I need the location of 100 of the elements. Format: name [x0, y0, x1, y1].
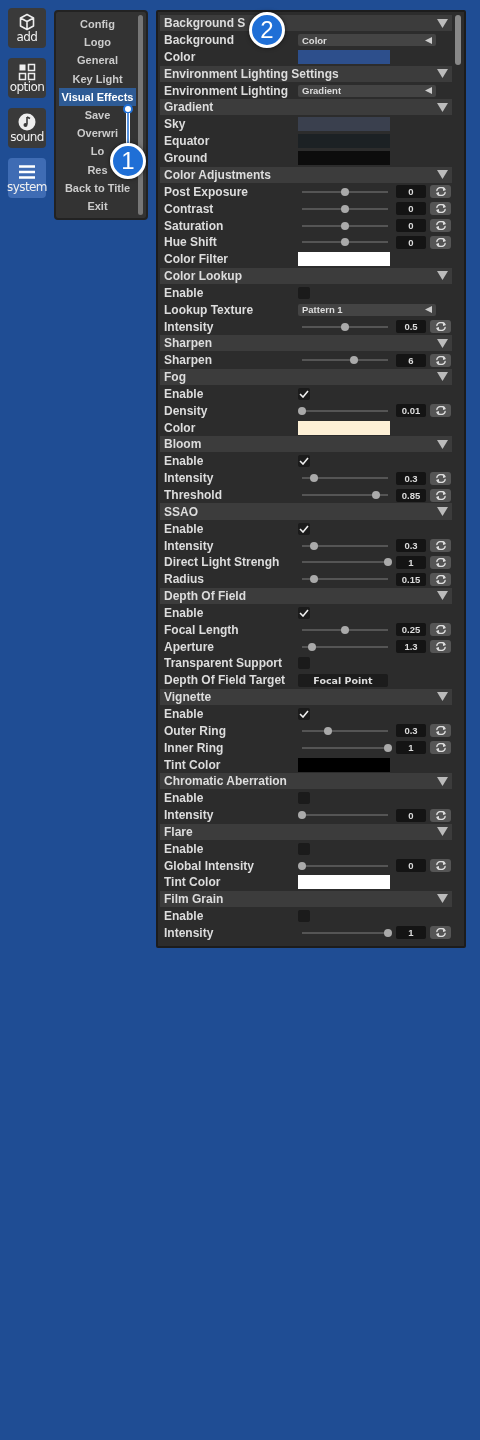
menu-item[interactable]: Exit	[86, 196, 109, 216]
checkbox[interactable]	[298, 388, 310, 400]
menu-item[interactable]: Visual Effects	[59, 87, 136, 106]
color-swatch[interactable]	[298, 50, 390, 65]
slider-track[interactable]	[302, 628, 388, 631]
value-field[interactable]: 0	[396, 808, 426, 822]
section-header[interactable]: Bloom	[160, 436, 452, 453]
collapse-triangle-icon[interactable]	[437, 372, 448, 382]
section-header[interactable]: SSAO	[160, 503, 452, 520]
checkbox[interactable]	[298, 455, 310, 468]
slider-thumb[interactable]	[341, 625, 349, 634]
color-swatch[interactable]	[298, 757, 390, 772]
reset-button[interactable]	[430, 926, 451, 940]
value-field[interactable]: 0	[396, 235, 426, 249]
slider-thumb[interactable]	[310, 575, 319, 584]
slider-thumb[interactable]	[384, 558, 392, 567]
menu-item[interactable]: Back to Title	[63, 178, 132, 197]
scrollbar[interactable]	[455, 15, 461, 65]
slider-track[interactable]	[302, 190, 388, 193]
collapse-triangle-icon[interactable]	[437, 102, 448, 112]
slider-track[interactable]	[302, 224, 388, 227]
reset-button[interactable]	[430, 539, 451, 553]
section-header[interactable]: Color Adjustments	[160, 166, 452, 183]
dropdown[interactable]: Gradient	[298, 84, 436, 97]
reset-button[interactable]	[430, 555, 451, 569]
collapse-triangle-icon[interactable]	[437, 591, 448, 601]
reset-button[interactable]	[430, 185, 451, 199]
reset-button[interactable]	[430, 859, 451, 873]
section-header[interactable]: Film Grain	[160, 890, 452, 907]
color-swatch[interactable]	[298, 151, 390, 166]
color-swatch[interactable]	[298, 420, 390, 435]
slider-thumb[interactable]	[341, 204, 349, 213]
sidebar-button[interactable]: sound	[8, 108, 46, 148]
reset-button[interactable]	[430, 202, 451, 216]
value-field[interactable]: 6	[396, 353, 426, 367]
reset-button[interactable]	[430, 488, 451, 502]
sidebar-button[interactable]: option	[8, 58, 46, 98]
collapse-triangle-icon[interactable]	[437, 69, 448, 79]
value-field[interactable]: 0	[396, 219, 426, 233]
value-field[interactable]: 0.85	[396, 488, 426, 502]
value-field[interactable]: 0.3	[396, 539, 426, 553]
slider-thumb[interactable]	[341, 221, 349, 230]
section-header[interactable]: Depth Of Field	[160, 587, 452, 604]
reset-button[interactable]	[430, 741, 451, 755]
color-swatch[interactable]	[298, 117, 390, 132]
section-header[interactable]: Flare	[160, 823, 452, 840]
menu-item[interactable]: Config	[79, 15, 116, 34]
menu-item[interactable]: Key Light	[71, 69, 124, 88]
collapse-triangle-icon[interactable]	[437, 18, 448, 28]
slider-thumb[interactable]	[349, 356, 358, 365]
dropdown[interactable]: Pattern 1	[298, 303, 436, 316]
value-field[interactable]: 1	[396, 741, 426, 755]
reset-button[interactable]	[430, 219, 451, 233]
collapse-triangle-icon[interactable]	[437, 439, 448, 449]
section-header[interactable]: Sharpen	[160, 335, 452, 352]
collapse-triangle-icon[interactable]	[437, 170, 448, 180]
slider-track[interactable]	[302, 477, 388, 480]
menu-item[interactable]: General	[76, 51, 119, 70]
reset-button[interactable]	[430, 404, 451, 418]
section-header[interactable]: Environment Lighting Settings	[160, 65, 452, 82]
color-swatch[interactable]	[298, 252, 390, 267]
color-swatch[interactable]	[298, 875, 390, 890]
collapse-triangle-icon[interactable]	[437, 271, 448, 281]
menu-item[interactable]: Overwri	[76, 124, 119, 143]
slider-thumb[interactable]	[341, 322, 349, 331]
collapse-triangle-icon[interactable]	[437, 894, 448, 904]
collapse-triangle-icon[interactable]	[437, 507, 448, 516]
section-header[interactable]: Fog	[160, 368, 452, 385]
value-field[interactable]: 0	[396, 202, 426, 216]
checkbox[interactable]	[298, 522, 310, 535]
menu-item[interactable]: Logo	[83, 33, 112, 52]
slider-track[interactable]	[302, 578, 388, 581]
reset-button[interactable]	[430, 471, 451, 485]
value-field[interactable]: 0.01	[396, 404, 426, 418]
value-field[interactable]: 0	[396, 859, 426, 873]
slider-track[interactable]	[302, 494, 388, 497]
collapse-triangle-icon[interactable]	[437, 776, 448, 786]
collapse-triangle-icon[interactable]	[437, 338, 448, 348]
reset-button[interactable]	[430, 353, 451, 367]
reset-button[interactable]	[430, 623, 451, 637]
reset-button[interactable]	[430, 235, 451, 249]
reset-button[interactable]	[430, 808, 451, 822]
reset-button[interactable]	[430, 640, 451, 654]
slider-track[interactable]	[302, 544, 388, 547]
slider-thumb[interactable]	[310, 541, 319, 550]
slider-thumb[interactable]	[298, 811, 306, 820]
section-header[interactable]: Color Lookup	[160, 267, 452, 284]
slider-track[interactable]	[302, 729, 388, 732]
collapse-triangle-icon[interactable]	[437, 827, 448, 837]
section-header[interactable]: Vignette	[160, 688, 452, 705]
value-field[interactable]: 0.3	[396, 724, 426, 738]
slider-thumb[interactable]	[371, 491, 380, 500]
section-header[interactable]: Chromatic Aberration	[160, 772, 452, 790]
slider-thumb[interactable]	[341, 187, 349, 196]
dropdown[interactable]: Color	[298, 34, 436, 47]
value-field[interactable]: 0.25	[396, 623, 426, 637]
slider-thumb[interactable]	[384, 743, 392, 752]
menu-item[interactable]: Save	[83, 105, 112, 125]
section-header[interactable]: Gradient	[160, 99, 452, 116]
slider-thumb[interactable]	[341, 238, 349, 247]
